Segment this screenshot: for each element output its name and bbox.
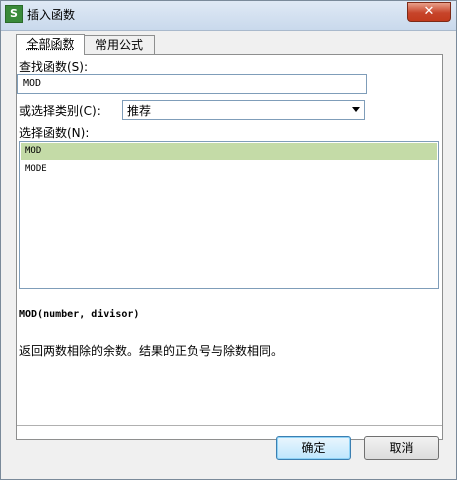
- close-button[interactable]: ✕: [407, 2, 451, 22]
- search-label: 查找函数(S):: [19, 60, 89, 74]
- app-logo-icon: S: [5, 5, 23, 23]
- tab-all-functions-label: 全部函数: [26, 37, 75, 51]
- tab-common-formulas[interactable]: 常用公式: [83, 35, 155, 54]
- dialog-title: 插入函数: [27, 8, 76, 22]
- list-item[interactable]: MOD: [21, 143, 437, 160]
- cancel-button[interactable]: 取消: [364, 436, 439, 460]
- divider: [17, 425, 442, 426]
- function-list[interactable]: MOD MODE: [19, 141, 439, 289]
- category-select[interactable]: 推荐: [122, 100, 365, 120]
- category-selected-value: 推荐: [127, 104, 152, 118]
- function-description: 返回两数相除的余数。结果的正负号与除数相同。: [19, 344, 284, 358]
- insert-function-dialog: S 插入函数 ✕ 全部函数 常用公式 查找函数(S): MOD 或选择类别(C)…: [0, 0, 457, 480]
- function-signature: MOD(number, divisor): [19, 309, 140, 320]
- search-input[interactable]: MOD: [17, 74, 367, 94]
- close-icon: ✕: [423, 4, 435, 19]
- title-bar[interactable]: S 插入函数 ✕: [1, 1, 456, 31]
- tab-all-functions[interactable]: 全部函数: [16, 34, 85, 55]
- function-list-label: 选择函数(N):: [19, 126, 90, 140]
- tab-common-formulas-label: 常用公式: [94, 38, 143, 52]
- chevron-down-icon: [352, 107, 360, 112]
- list-item[interactable]: MODE: [21, 161, 437, 178]
- ok-button[interactable]: 确定: [276, 436, 351, 460]
- category-label: 或选择类别(C):: [19, 104, 101, 118]
- tab-panel: 查找函数(S): MOD 或选择类别(C): 推荐 选择函数(N): MOD M…: [16, 54, 443, 440]
